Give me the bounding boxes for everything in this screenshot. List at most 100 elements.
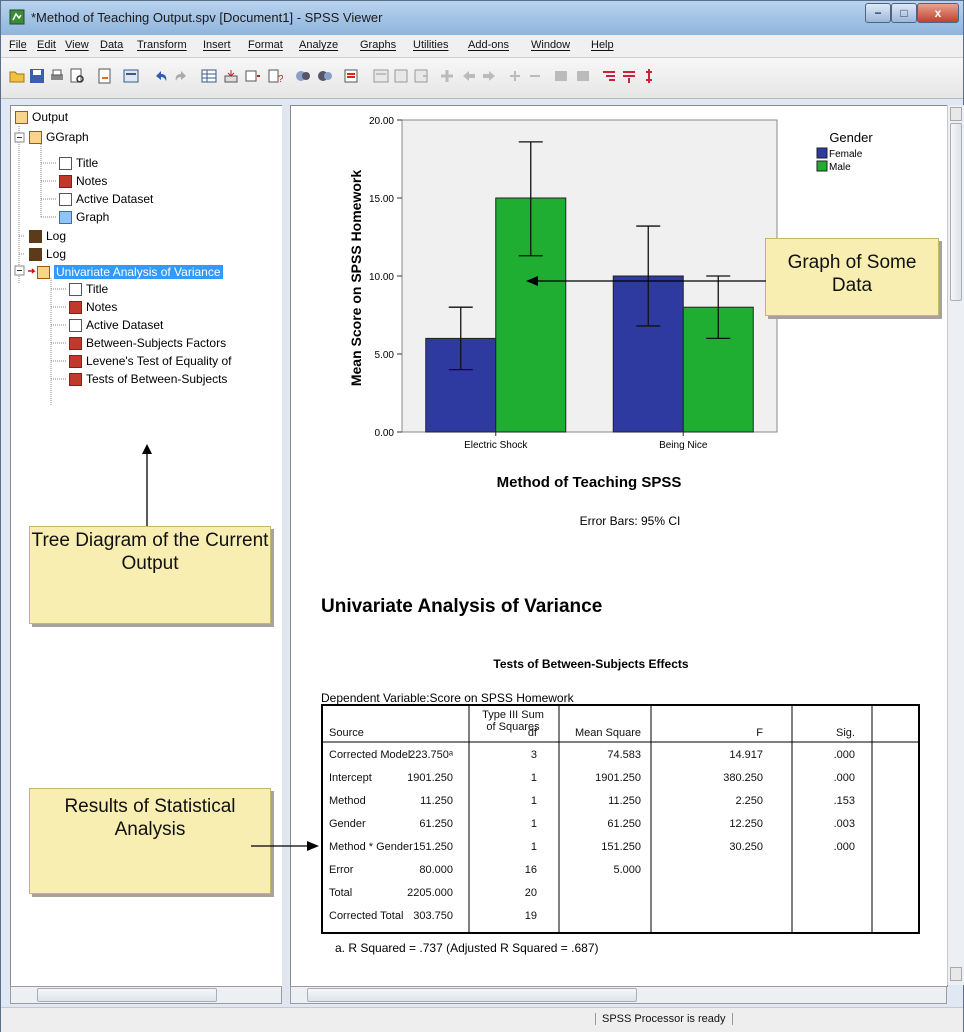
print-preview-icon[interactable] [69,68,85,84]
maximize-button[interactable]: □ [891,3,917,23]
goto-case-icon[interactable] [223,68,239,84]
tree-node-ggraph[interactable]: GGraph [29,130,89,144]
save-icon[interactable] [29,68,45,84]
tree-node-uni-title[interactable]: Title [69,282,108,296]
tree-node-uni-active-dataset[interactable]: Active Dataset [69,318,163,332]
bar-chart[interactable]: Mean Score on SPSS Homework Method of Te… [291,106,947,546]
tree-node-uni-notes[interactable]: Notes [69,300,117,314]
redo-icon[interactable] [173,68,189,84]
menu-window[interactable]: Window [531,39,570,51]
export-icon[interactable] [97,68,113,84]
graph-callout-arrow [526,276,766,286]
tree-horizontal-scrollbar[interactable] [10,986,282,1004]
tree-callout-arrow [142,444,152,530]
notes-table-icon [69,300,82,314]
undo-icon[interactable] [153,68,169,84]
y-axis-label: Mean Score on SPSS Homework [348,170,364,386]
title-page-icon [69,282,82,296]
tree-node-between-subjects-factors[interactable]: Between-Subjects Factors [69,336,226,350]
left-arrow-icon[interactable] [461,68,477,84]
callout-tree: Tree Diagram of the Current Output [29,526,271,624]
output-heading: Univariate Analysis of Variance [321,596,603,617]
insert-heading-icon[interactable] [373,68,389,84]
variables-icon[interactable]: ? [267,68,283,84]
collapse-icon[interactable] [527,68,543,84]
callout-graph-text: Graph of Some Data [787,252,917,296]
log-icon [29,229,42,243]
callout-tree-text: Tree Diagram of the Current Output [31,530,269,574]
row-value: 5.000 [613,864,641,876]
hide-icon[interactable] [317,68,333,84]
vertical-scrollbar[interactable] [947,105,964,985]
vertical-scroll-thumb[interactable] [950,123,962,301]
menu-edit[interactable]: Edit [37,39,56,51]
dialog-recall-icon[interactable] [123,68,139,84]
menu-graphs[interactable]: Graphs [360,39,396,51]
tree-node-output[interactable]: Output [15,110,68,124]
menu-utilities[interactable]: Utilities [413,39,448,51]
row-value: 1 [530,772,537,784]
results-callout-arrow [251,841,319,851]
right-arrow-icon[interactable] [481,68,497,84]
goto-data-icon[interactable] [201,68,217,84]
show-all-icon[interactable] [295,68,311,84]
error-bars-footnote: Error Bars: 95% CI [580,514,681,528]
merge-icon[interactable] [621,68,637,84]
menu-add-ons[interactable]: Add-ons [468,39,509,51]
show-icon[interactable] [553,68,569,84]
tree-node-ggraph-notes[interactable]: Notes [59,174,107,188]
menu-help[interactable]: Help [591,39,614,51]
content-horizontal-scrollbar[interactable] [290,986,947,1004]
row-value: .000 [833,841,855,853]
menu-transform[interactable]: Transform [137,39,187,51]
tree-node-univariate[interactable]: Univariate Analysis of Variance [37,265,223,279]
content-scroll-thumb[interactable] [307,988,637,1002]
table-title: Tests of Between-Subjects Effects [493,657,689,671]
insert-text-icon[interactable] [413,68,429,84]
designate-window-icon[interactable] [343,68,359,84]
hide-selection-icon[interactable] [575,68,591,84]
x-axis-label: Method of Teaching SPSS [497,474,682,491]
notes-table-icon [59,174,72,188]
toolbar: ? [1,58,963,99]
insert-title-icon[interactable] [393,68,409,84]
open-folder-icon[interactable] [9,68,25,84]
split-icon[interactable] [601,68,617,84]
menu-format[interactable]: Format [248,39,283,51]
menu-data[interactable]: Data [100,39,123,51]
row-value: .000 [833,749,855,761]
promote-icon[interactable] [439,68,455,84]
tree-node-ggraph-active-dataset[interactable]: Active Dataset [59,192,153,206]
univariate-book-icon [37,265,50,279]
print-icon[interactable] [49,68,65,84]
row-value: 61.250 [607,818,641,830]
pivot-icon[interactable] [641,68,657,84]
callout-results: Results of Statistical Analysis [29,788,271,894]
close-button[interactable]: x [917,3,959,23]
menu-insert[interactable]: Insert [203,39,231,51]
pane-splitter[interactable] [282,105,289,1005]
menu-view[interactable]: View [65,39,89,51]
expand-icon[interactable] [507,68,523,84]
r-squared-footnote: a. R Squared = .737 (Adjusted R Squared … [335,941,599,955]
tree-node-ggraph-title[interactable]: Title [59,156,98,170]
menu-file[interactable]: File [9,39,27,51]
goto-variable-icon[interactable] [245,68,261,84]
title-bar[interactable]: *Method of Teaching Output.spv [Document… [1,1,963,36]
row-value: 1 [530,795,537,807]
scroll-up-button[interactable] [950,107,962,121]
callout-graph: Graph of Some Data [765,238,939,316]
tree-node-levenes-test[interactable]: Levene's Test of Equality of [69,354,232,368]
tree-node-log-2[interactable]: Log [29,247,66,261]
scroll-down-button[interactable] [950,967,962,981]
anova-table[interactable]: Source Type III Sum of Squares df Mean Squa… [321,704,920,934]
tree-scroll-thumb[interactable] [37,988,217,1002]
table-header: F [756,727,763,739]
tree-node-tests-between-subjects[interactable]: Tests of Between-Subjects [69,372,227,386]
minimize-button[interactable]: − [865,3,891,23]
tree-node-log-1[interactable]: Log [29,229,66,243]
svg-text:?: ? [278,74,283,84]
tree-node-graph[interactable]: Graph [59,210,109,224]
window-title: *Method of Teaching Output.spv [Document… [31,10,383,25]
menu-analyze[interactable]: Analyze [299,39,338,51]
